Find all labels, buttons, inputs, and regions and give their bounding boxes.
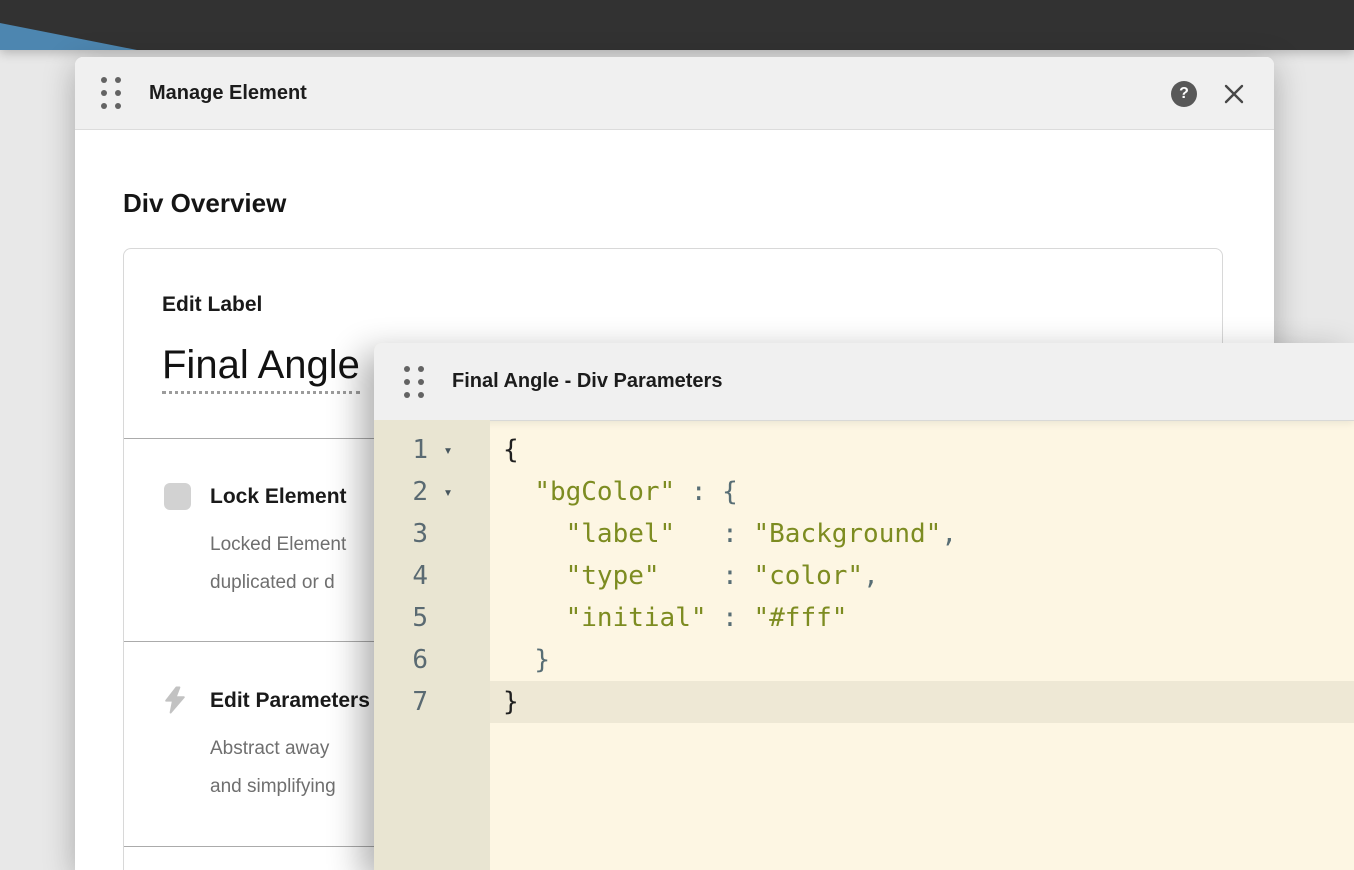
dialog-title: Manage Element [149, 82, 307, 105]
gutter-line: 2▾ [374, 471, 490, 513]
line-number: 2 [374, 471, 428, 513]
div-parameters-dialog-header: Final Angle - Div Parameters [374, 343, 1354, 420]
element-label-input[interactable]: Final Angle [162, 341, 360, 394]
section-title: Div Overview [123, 188, 286, 219]
code-line[interactable]: "type" : "color", [490, 555, 1354, 597]
gutter-line: 6 [374, 639, 490, 681]
drag-handle-icon[interactable] [404, 366, 424, 398]
drag-handle-icon[interactable] [101, 77, 121, 109]
help-button[interactable]: ? [1171, 81, 1197, 107]
gutter-line: 4 [374, 555, 490, 597]
editor-code[interactable]: { "bgColor" : { "label" : "Background", … [490, 420, 1354, 870]
lock-element-checkbox[interactable] [164, 483, 191, 510]
fold-arrow-icon [428, 639, 468, 681]
screen: Manage Element ? Div Overview Edit Label… [0, 0, 1354, 870]
lightning-bolt-icon [161, 686, 189, 714]
manage-element-dialog-header: Manage Element ? [75, 57, 1274, 130]
gutter-line: 5 [374, 597, 490, 639]
line-number: 4 [374, 555, 428, 597]
code-line[interactable]: "label" : "Background", [490, 513, 1354, 555]
fold-arrow-icon[interactable]: ▾ [428, 471, 468, 513]
code-line[interactable]: "initial" : "#fff" [490, 597, 1354, 639]
dialog-title: Final Angle - Div Parameters [452, 370, 722, 393]
gutter-line: 7 [374, 681, 490, 723]
code-line[interactable]: "bgColor" : { [490, 471, 1354, 513]
question-mark-icon: ? [1179, 85, 1189, 103]
code-line[interactable]: } [490, 639, 1354, 681]
page-top-bar [0, 0, 1354, 50]
line-number: 7 [374, 681, 428, 723]
fold-arrow-icon [428, 513, 468, 555]
edit-parameters-title[interactable]: Edit Parameters [210, 689, 370, 713]
edit-label-heading: Edit Label [162, 293, 262, 317]
edit-parameters-description-line2: and simplifying [210, 776, 336, 798]
close-icon [1222, 82, 1246, 106]
fold-arrow-icon [428, 597, 468, 639]
fold-arrow-icon [428, 681, 468, 723]
angled-div-decoration [0, 0, 137, 50]
line-number: 5 [374, 597, 428, 639]
lock-element-title: Lock Element [210, 485, 347, 509]
lock-element-description-line1: Locked Element [210, 534, 346, 556]
gutter-line: 3 [374, 513, 490, 555]
line-number: 1 [374, 429, 428, 471]
fold-arrow-icon [428, 555, 468, 597]
edit-parameters-description-line1: Abstract away [210, 738, 329, 760]
lock-element-description-line2: duplicated or d [210, 572, 335, 594]
gutter-line: 1▾ [374, 429, 490, 471]
code-line[interactable]: } [490, 681, 1354, 723]
close-button[interactable] [1222, 82, 1246, 106]
line-number: 3 [374, 513, 428, 555]
line-number: 6 [374, 639, 428, 681]
json-code-editor[interactable]: 1▾2▾34567 { "bgColor" : { "label" : "Bac… [374, 420, 1354, 870]
fold-arrow-icon[interactable]: ▾ [428, 429, 468, 471]
div-parameters-dialog: Final Angle - Div Parameters 1▾2▾34567 {… [374, 343, 1354, 870]
editor-gutter: 1▾2▾34567 [374, 420, 490, 870]
code-line[interactable]: { [490, 429, 1354, 471]
